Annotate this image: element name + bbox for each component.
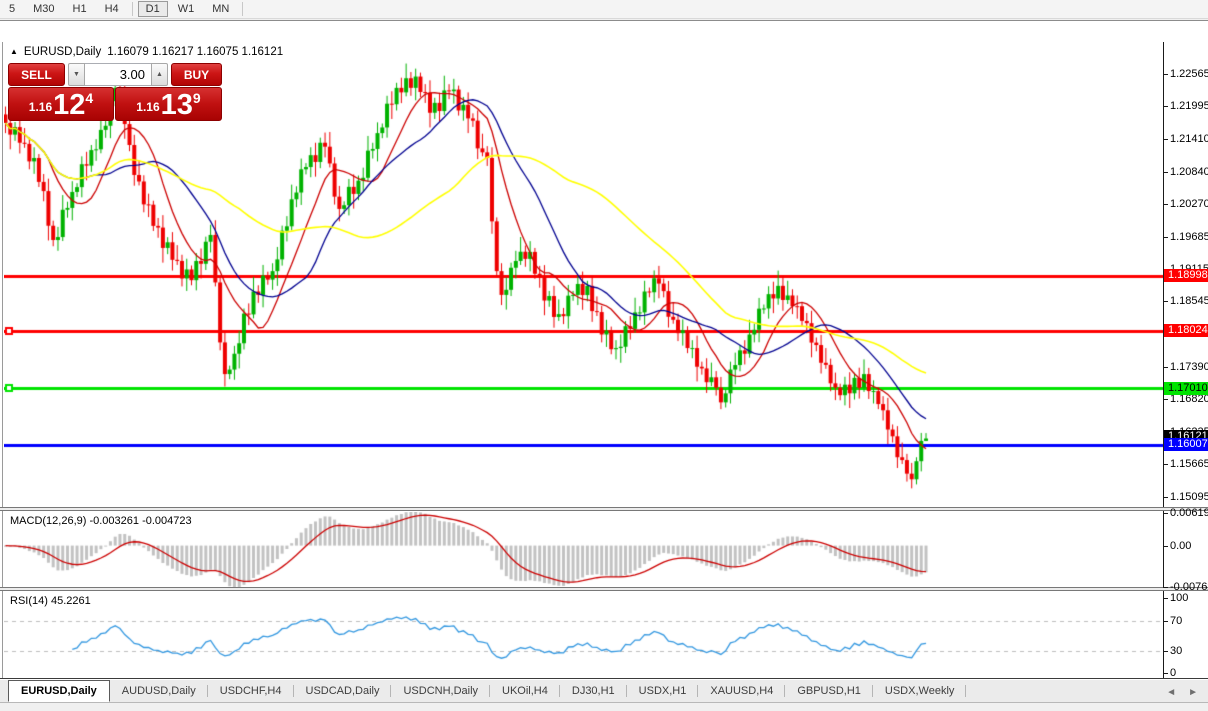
- price-tick-label: 1.21995: [1170, 100, 1208, 112]
- timeframe-button-mn[interactable]: MN: [204, 1, 237, 17]
- sell-price-fraction: 4: [85, 90, 93, 106]
- axis-tick: [1163, 651, 1168, 652]
- price-tick-label: 1.18545: [1170, 295, 1208, 307]
- axis-tick: [1163, 237, 1168, 238]
- buy-price-button[interactable]: 1.16 13 9: [115, 87, 222, 121]
- timeframe-button-d1[interactable]: D1: [138, 1, 168, 17]
- axis-tick: [1163, 546, 1168, 547]
- price-tick-label: 1.19685: [1170, 231, 1208, 243]
- price-tick-label: 1.21410: [1170, 133, 1208, 145]
- sell-button[interactable]: SELL: [8, 63, 65, 86]
- axis-tick: [1163, 497, 1168, 498]
- tab-scroll-left-icon[interactable]: ◄: [1166, 687, 1176, 698]
- axis-tick: [1163, 367, 1168, 368]
- chart-tab-audusd-daily[interactable]: AUDUSD,Daily: [110, 680, 208, 702]
- timeframe-button-5[interactable]: 5: [1, 1, 23, 17]
- macd-tick-label: 0.006193: [1170, 507, 1208, 519]
- level-price-flag: 1.18998: [1164, 269, 1208, 282]
- axis-tick: [1163, 621, 1168, 622]
- status-strip: [0, 704, 1208, 711]
- timeframe-button-m30[interactable]: M30: [25, 1, 62, 17]
- axis-tick: [1163, 139, 1168, 140]
- buy-button[interactable]: BUY: [171, 63, 222, 86]
- timeframe-button-h1[interactable]: H1: [65, 1, 95, 17]
- symbol-tab-bar: EURUSD,DailyAUDUSD,DailyUSDCHF,H4USDCAD,…: [0, 679, 1208, 703]
- toolbar-separator: [242, 2, 243, 16]
- macd-label: MACD(12,26,9) -0.003261 -0.004723: [10, 515, 192, 527]
- axis-tick: [1163, 587, 1168, 588]
- window-left-border: [2, 42, 3, 678]
- volume-increase-button[interactable]: ▲: [151, 63, 168, 86]
- price-tick-label: 1.16820: [1170, 393, 1208, 405]
- axis-tick: [1163, 172, 1168, 173]
- price-tick-label: 1.17390: [1170, 361, 1208, 373]
- sell-price-button[interactable]: 1.16 12 4: [8, 87, 114, 121]
- price-tick-label: 1.15665: [1170, 458, 1208, 470]
- chart-tab-eurusd-daily[interactable]: EURUSD,Daily: [8, 680, 110, 702]
- buy-price-prefix: 1.16: [136, 100, 159, 114]
- chart-tab-usdx-h1[interactable]: USDX,H1: [627, 680, 699, 702]
- price-axis-line: [1163, 42, 1164, 678]
- chart-tab-usdcnh-daily[interactable]: USDCNH,Daily: [391, 680, 490, 702]
- chart-window: ▲ EURUSD,Daily 1.16079 1.16217 1.16075 1…: [0, 20, 1208, 679]
- level-price-flag: 1.17010: [1164, 382, 1208, 395]
- chart-tab-dj30-h1[interactable]: DJ30,H1: [560, 680, 627, 702]
- rsi-tick-label: 100: [1170, 592, 1188, 604]
- price-tick-label: 1.15095: [1170, 491, 1208, 503]
- panel-separator[interactable]: [0, 507, 1208, 511]
- chart-tab-xauusd-h4[interactable]: XAUUSD,H4: [698, 680, 785, 702]
- level-price-flag: 1.18024: [1164, 324, 1208, 337]
- rsi-tick-label: 70: [1170, 615, 1182, 627]
- price-tick-label: 1.22565: [1170, 68, 1208, 80]
- sell-price-prefix: 1.16: [29, 100, 52, 114]
- timeframe-toolbar: 5M30H1H4 D1W1MN: [0, 0, 1208, 19]
- axis-tick: [1163, 74, 1168, 75]
- rsi-indicator-chart[interactable]: [4, 592, 1163, 677]
- axis-tick: [1163, 106, 1168, 107]
- axis-tick: [1163, 204, 1168, 205]
- price-tick-label: 1.20840: [1170, 166, 1208, 178]
- chart-tab-usdcad-daily[interactable]: USDCAD,Daily: [294, 680, 392, 702]
- rsi-tick-label: 30: [1170, 645, 1182, 657]
- rsi-label: RSI(14) 45.2261: [10, 595, 91, 607]
- chart-tab-usdchf-h4[interactable]: USDCHF,H4: [208, 680, 294, 702]
- axis-tick: [1163, 399, 1168, 400]
- macd-tick-label: 0.00: [1170, 540, 1191, 552]
- toolbar-separator: [132, 2, 133, 16]
- tab-scroll-buttons: ◄ ►: [1166, 680, 1198, 704]
- chart-tab-gbpusd-h1[interactable]: GBPUSD,H1: [785, 680, 873, 702]
- mt4-terminal: 5M30H1H4D1W1MN ▲ EURUSD,Daily 1.16079 1.…: [0, 0, 1208, 711]
- buy-price-fraction: 9: [193, 90, 201, 106]
- timeframe-button-h4[interactable]: H4: [97, 1, 127, 17]
- sell-price-pips: 12: [53, 92, 85, 118]
- axis-tick: [1163, 673, 1168, 674]
- timeframe-button-w1[interactable]: W1: [170, 1, 203, 17]
- volume-input[interactable]: [85, 63, 151, 86]
- chart-tab-usdx-weekly[interactable]: USDX,Weekly: [873, 680, 966, 702]
- volume-decrease-button[interactable]: ▼: [68, 63, 85, 86]
- tab-scroll-right-icon[interactable]: ►: [1188, 687, 1198, 698]
- axis-tick: [1163, 301, 1168, 302]
- chart-tab-ukoil-h4[interactable]: UKOil,H4: [490, 680, 560, 702]
- buy-price-pips: 13: [161, 92, 193, 118]
- level-price-flag: 1.16007: [1164, 438, 1208, 451]
- price-tick-label: 1.20270: [1170, 198, 1208, 210]
- axis-tick: [1163, 598, 1168, 599]
- axis-tick: [1163, 464, 1168, 465]
- rsi-tick-label: 0: [1170, 667, 1176, 679]
- panel-separator[interactable]: [0, 587, 1208, 591]
- axis-tick: [1163, 513, 1168, 514]
- one-click-trading-panel: SELL ▼ ▲ BUY 1.16 12 4 1.16 13 9: [8, 63, 222, 121]
